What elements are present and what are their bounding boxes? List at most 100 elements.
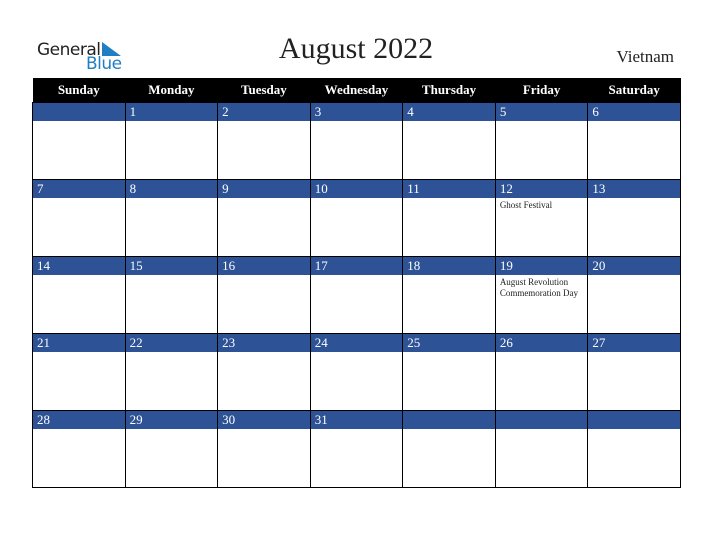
holiday-label <box>588 121 680 125</box>
holiday-label <box>33 121 125 125</box>
day-number: 24 <box>310 334 403 352</box>
day-number: 16 <box>218 257 310 275</box>
holiday-label <box>126 121 218 125</box>
holiday-label <box>33 429 125 433</box>
day-number: 15 <box>125 257 218 275</box>
country-label: Vietnam <box>616 47 674 66</box>
day-cell[interactable]: 5 <box>494 102 589 180</box>
day-number: 28 <box>33 411 125 429</box>
day-number: 31 <box>310 411 403 429</box>
day-number: 17 <box>310 257 403 275</box>
day-cell[interactable]: 26 <box>494 333 589 411</box>
day-number: 9 <box>218 180 310 198</box>
day-number: 11 <box>403 180 495 198</box>
day-cell[interactable]: 14 <box>32 256 126 334</box>
day-number <box>495 411 588 429</box>
day-cell[interactable]: 12 Ghost Festival <box>494 179 589 257</box>
day-number: 26 <box>495 334 588 352</box>
calendar-grid: Sunday Monday Tuesday Wednesday Thursday Frid… <box>32 78 681 488</box>
day-cell[interactable]: 7 <box>32 179 126 257</box>
day-number: 7 <box>33 180 125 198</box>
weekday-header: Wednesday <box>310 78 403 103</box>
holiday-label <box>33 198 125 202</box>
day-number: 14 <box>33 257 125 275</box>
day-cell[interactable]: 17 <box>309 256 404 334</box>
calendar-title: August 2022 <box>278 32 434 65</box>
day-cell[interactable]: 25 <box>402 333 496 411</box>
holiday-label <box>403 429 495 433</box>
day-cell[interactable]: 13 <box>587 179 681 257</box>
day-number: 18 <box>403 257 495 275</box>
day-cell[interactable] <box>32 102 126 180</box>
weekday-header-row: Sunday Monday Tuesday Wednesday Thursday Frid… <box>32 78 681 103</box>
day-cell[interactable]: 23 <box>217 333 311 411</box>
day-cell[interactable]: 28 <box>32 410 126 488</box>
holiday-label <box>311 352 403 356</box>
holiday-label <box>403 198 495 202</box>
day-cell[interactable]: 22 <box>124 333 219 411</box>
holiday-label <box>496 429 588 433</box>
day-number: 20 <box>588 257 680 275</box>
day-cell[interactable]: 18 <box>402 256 496 334</box>
holiday-label <box>218 121 310 125</box>
holiday-label <box>588 352 680 356</box>
holiday-label <box>311 198 403 202</box>
day-cell[interactable]: 20 <box>587 256 681 334</box>
holiday-label <box>311 429 403 433</box>
day-cell[interactable]: 31 <box>309 410 404 488</box>
day-cell[interactable]: 27 <box>587 333 681 411</box>
day-number: 30 <box>218 411 310 429</box>
day-cell[interactable]: 10 <box>309 179 404 257</box>
day-number: 25 <box>403 334 495 352</box>
day-cell[interactable]: 3 <box>309 102 404 180</box>
day-number: 8 <box>125 180 218 198</box>
day-cell[interactable]: 11 <box>402 179 496 257</box>
day-number: 4 <box>403 103 495 121</box>
day-cell[interactable] <box>494 410 589 488</box>
day-number <box>403 411 495 429</box>
holiday-label <box>218 352 310 356</box>
day-cell[interactable]: 30 <box>217 410 311 488</box>
weekday-header: Monday <box>125 78 218 103</box>
day-cell[interactable]: 29 <box>124 410 219 488</box>
holiday-label <box>403 275 495 279</box>
week-row: 28 29 30 31 <box>32 410 681 488</box>
holiday-label <box>311 121 403 125</box>
holiday-label <box>588 275 680 279</box>
weekday-header: Thursday <box>402 78 496 103</box>
week-row: 123456 <box>32 102 681 180</box>
holiday-label <box>403 352 495 356</box>
holiday-label <box>496 352 588 356</box>
day-cell[interactable]: 1 <box>124 102 219 180</box>
day-cell[interactable]: 21 <box>32 333 126 411</box>
day-cell[interactable]: 4 <box>402 102 496 180</box>
day-cell[interactable]: 24 <box>309 333 404 411</box>
holiday-label <box>126 198 218 202</box>
day-cell[interactable]: 16 <box>217 256 311 334</box>
holiday-label <box>588 198 680 202</box>
day-number: 21 <box>33 334 125 352</box>
holiday-label <box>33 352 125 356</box>
holiday-label <box>218 429 310 433</box>
holiday-label <box>126 275 218 279</box>
holiday-label <box>496 121 588 125</box>
day-cell[interactable]: 6 <box>587 102 681 180</box>
day-cell[interactable]: 19 August Revolution Commemoration Day <box>494 256 589 334</box>
day-cell[interactable]: 8 <box>124 179 219 257</box>
holiday-label <box>126 429 218 433</box>
week-row: 21 22 23 24 25 26 27 <box>32 333 681 411</box>
day-cell[interactable]: 9 <box>217 179 311 257</box>
holiday-label <box>126 352 218 356</box>
holiday-label <box>403 121 495 125</box>
weekday-header: Friday <box>495 78 588 103</box>
day-cell[interactable] <box>402 410 496 488</box>
week-row: 7 8 9 10 11 12 Ghost Festival 13 <box>32 179 681 257</box>
day-number: 5 <box>495 103 588 121</box>
weekday-header: Saturday <box>587 78 681 103</box>
day-cell[interactable]: 15 <box>124 256 219 334</box>
day-cell[interactable] <box>587 410 681 488</box>
day-cell[interactable]: 2 <box>217 102 311 180</box>
day-number: 1 <box>125 103 218 121</box>
holiday-label <box>588 429 680 433</box>
holiday-label <box>218 275 310 279</box>
